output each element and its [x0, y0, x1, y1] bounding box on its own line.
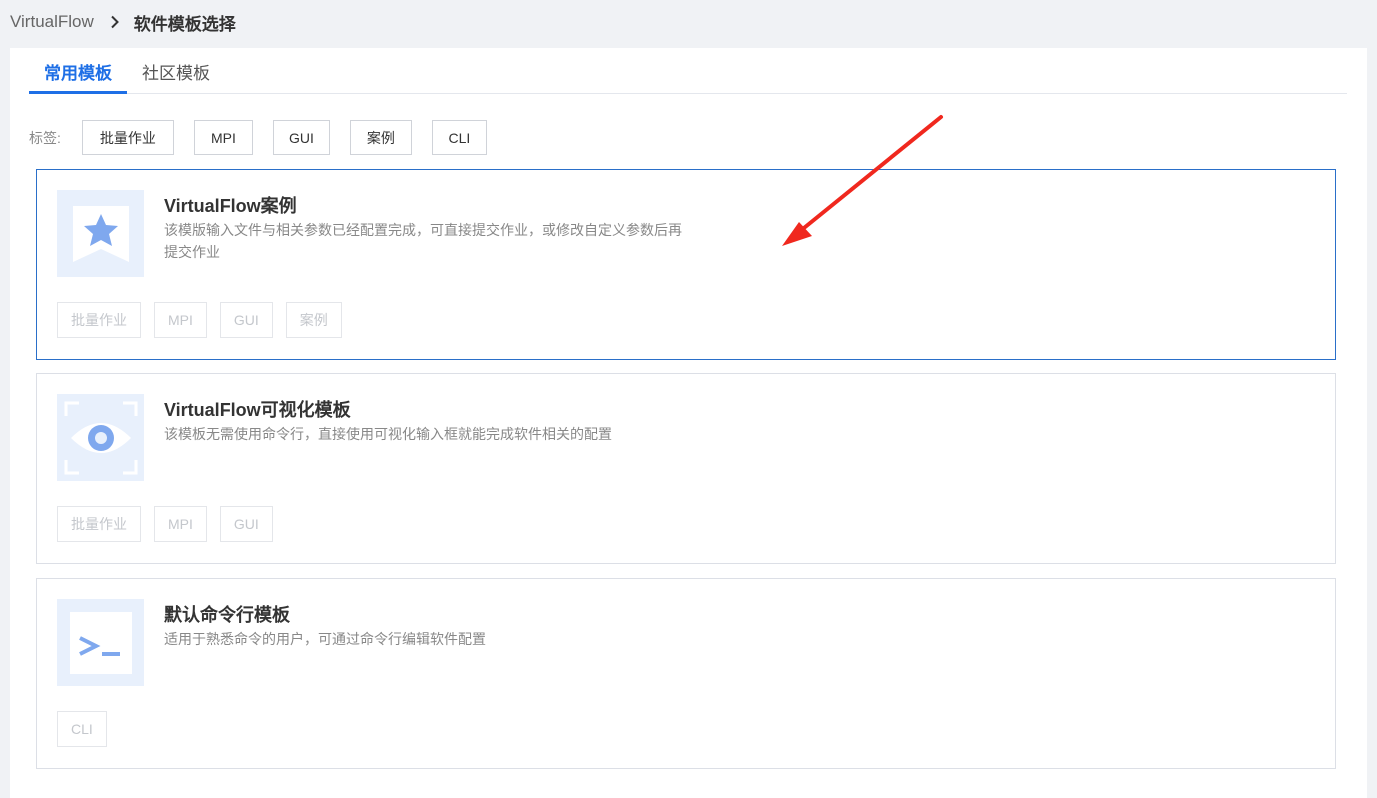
template-tag: 批量作业 [57, 302, 141, 338]
tab-community-templates[interactable]: 社区模板 [127, 48, 225, 93]
tag-filter-batch-job[interactable]: 批量作业 [81, 120, 174, 155]
template-tag: MPI [154, 506, 207, 542]
page-title: 软件模板选择 [133, 14, 236, 34]
template-card-virtualflow-visual[interactable]: VirtualFlow可视化模板 该模板无需使用命令行，直接使用可视化输入框就能… [36, 373, 1336, 564]
template-tag: GUI [219, 302, 273, 338]
template-title: VirtualFlow可视化模板 [164, 400, 351, 420]
tag-filter-case[interactable]: 案例 [349, 120, 412, 155]
tag-filter-cli[interactable]: CLI [431, 120, 487, 155]
template-tags: 批量作业 MPI GUI 案例 [57, 302, 355, 338]
template-description: 该模板无需使用命令行，直接使用可视化输入框就能完成软件相关的配置 [164, 426, 612, 442]
terminal-icon [57, 599, 144, 686]
tag-filter-row: 标签: 批量作业 MPI GUI 案例 CLI [29, 119, 507, 156]
template-tabs: 常用模板 社区模板 [29, 48, 1347, 94]
template-tag: GUI [219, 506, 273, 542]
template-description: 该模版输入文件与相关参数已经配置完成，可直接提交作业，或修改自定义参数后再提交作… [164, 222, 682, 260]
template-tag: CLI [57, 711, 107, 747]
template-card-default-cli[interactable]: 默认命令行模板 适用于熟悉命令的用户，可通过命令行编辑软件配置 CLI [36, 578, 1336, 769]
template-card-virtualflow-case[interactable]: VirtualFlow案例 该模版输入文件与相关参数已经配置完成，可直接提交作业… [36, 169, 1336, 360]
template-tag: MPI [154, 302, 207, 338]
star-bookmark-icon [57, 190, 144, 277]
template-tags: CLI [57, 711, 120, 747]
breadcrumb: VirtualFlow 软件模板选择 [10, 0, 236, 44]
tag-filter-mpi[interactable]: MPI [193, 120, 253, 155]
template-tags: 批量作业 MPI GUI [57, 506, 286, 542]
tab-common-templates[interactable]: 常用模板 [29, 48, 127, 94]
tag-filter-label: 标签: [29, 129, 61, 146]
breadcrumb-root-link[interactable]: VirtualFlow [10, 12, 94, 32]
template-title: 默认命令行模板 [164, 605, 290, 625]
chevron-right-icon [110, 15, 120, 29]
template-tag: 案例 [285, 302, 342, 338]
template-panel: 常用模板 社区模板 标签: 批量作业 MPI GUI 案例 CLI Virtua… [10, 48, 1367, 798]
template-tag: 批量作业 [57, 506, 141, 542]
eye-icon [57, 394, 144, 481]
tag-filter-gui[interactable]: GUI [272, 120, 330, 155]
template-description: 适用于熟悉命令的用户，可通过命令行编辑软件配置 [164, 631, 486, 647]
template-title: VirtualFlow案例 [164, 196, 297, 216]
